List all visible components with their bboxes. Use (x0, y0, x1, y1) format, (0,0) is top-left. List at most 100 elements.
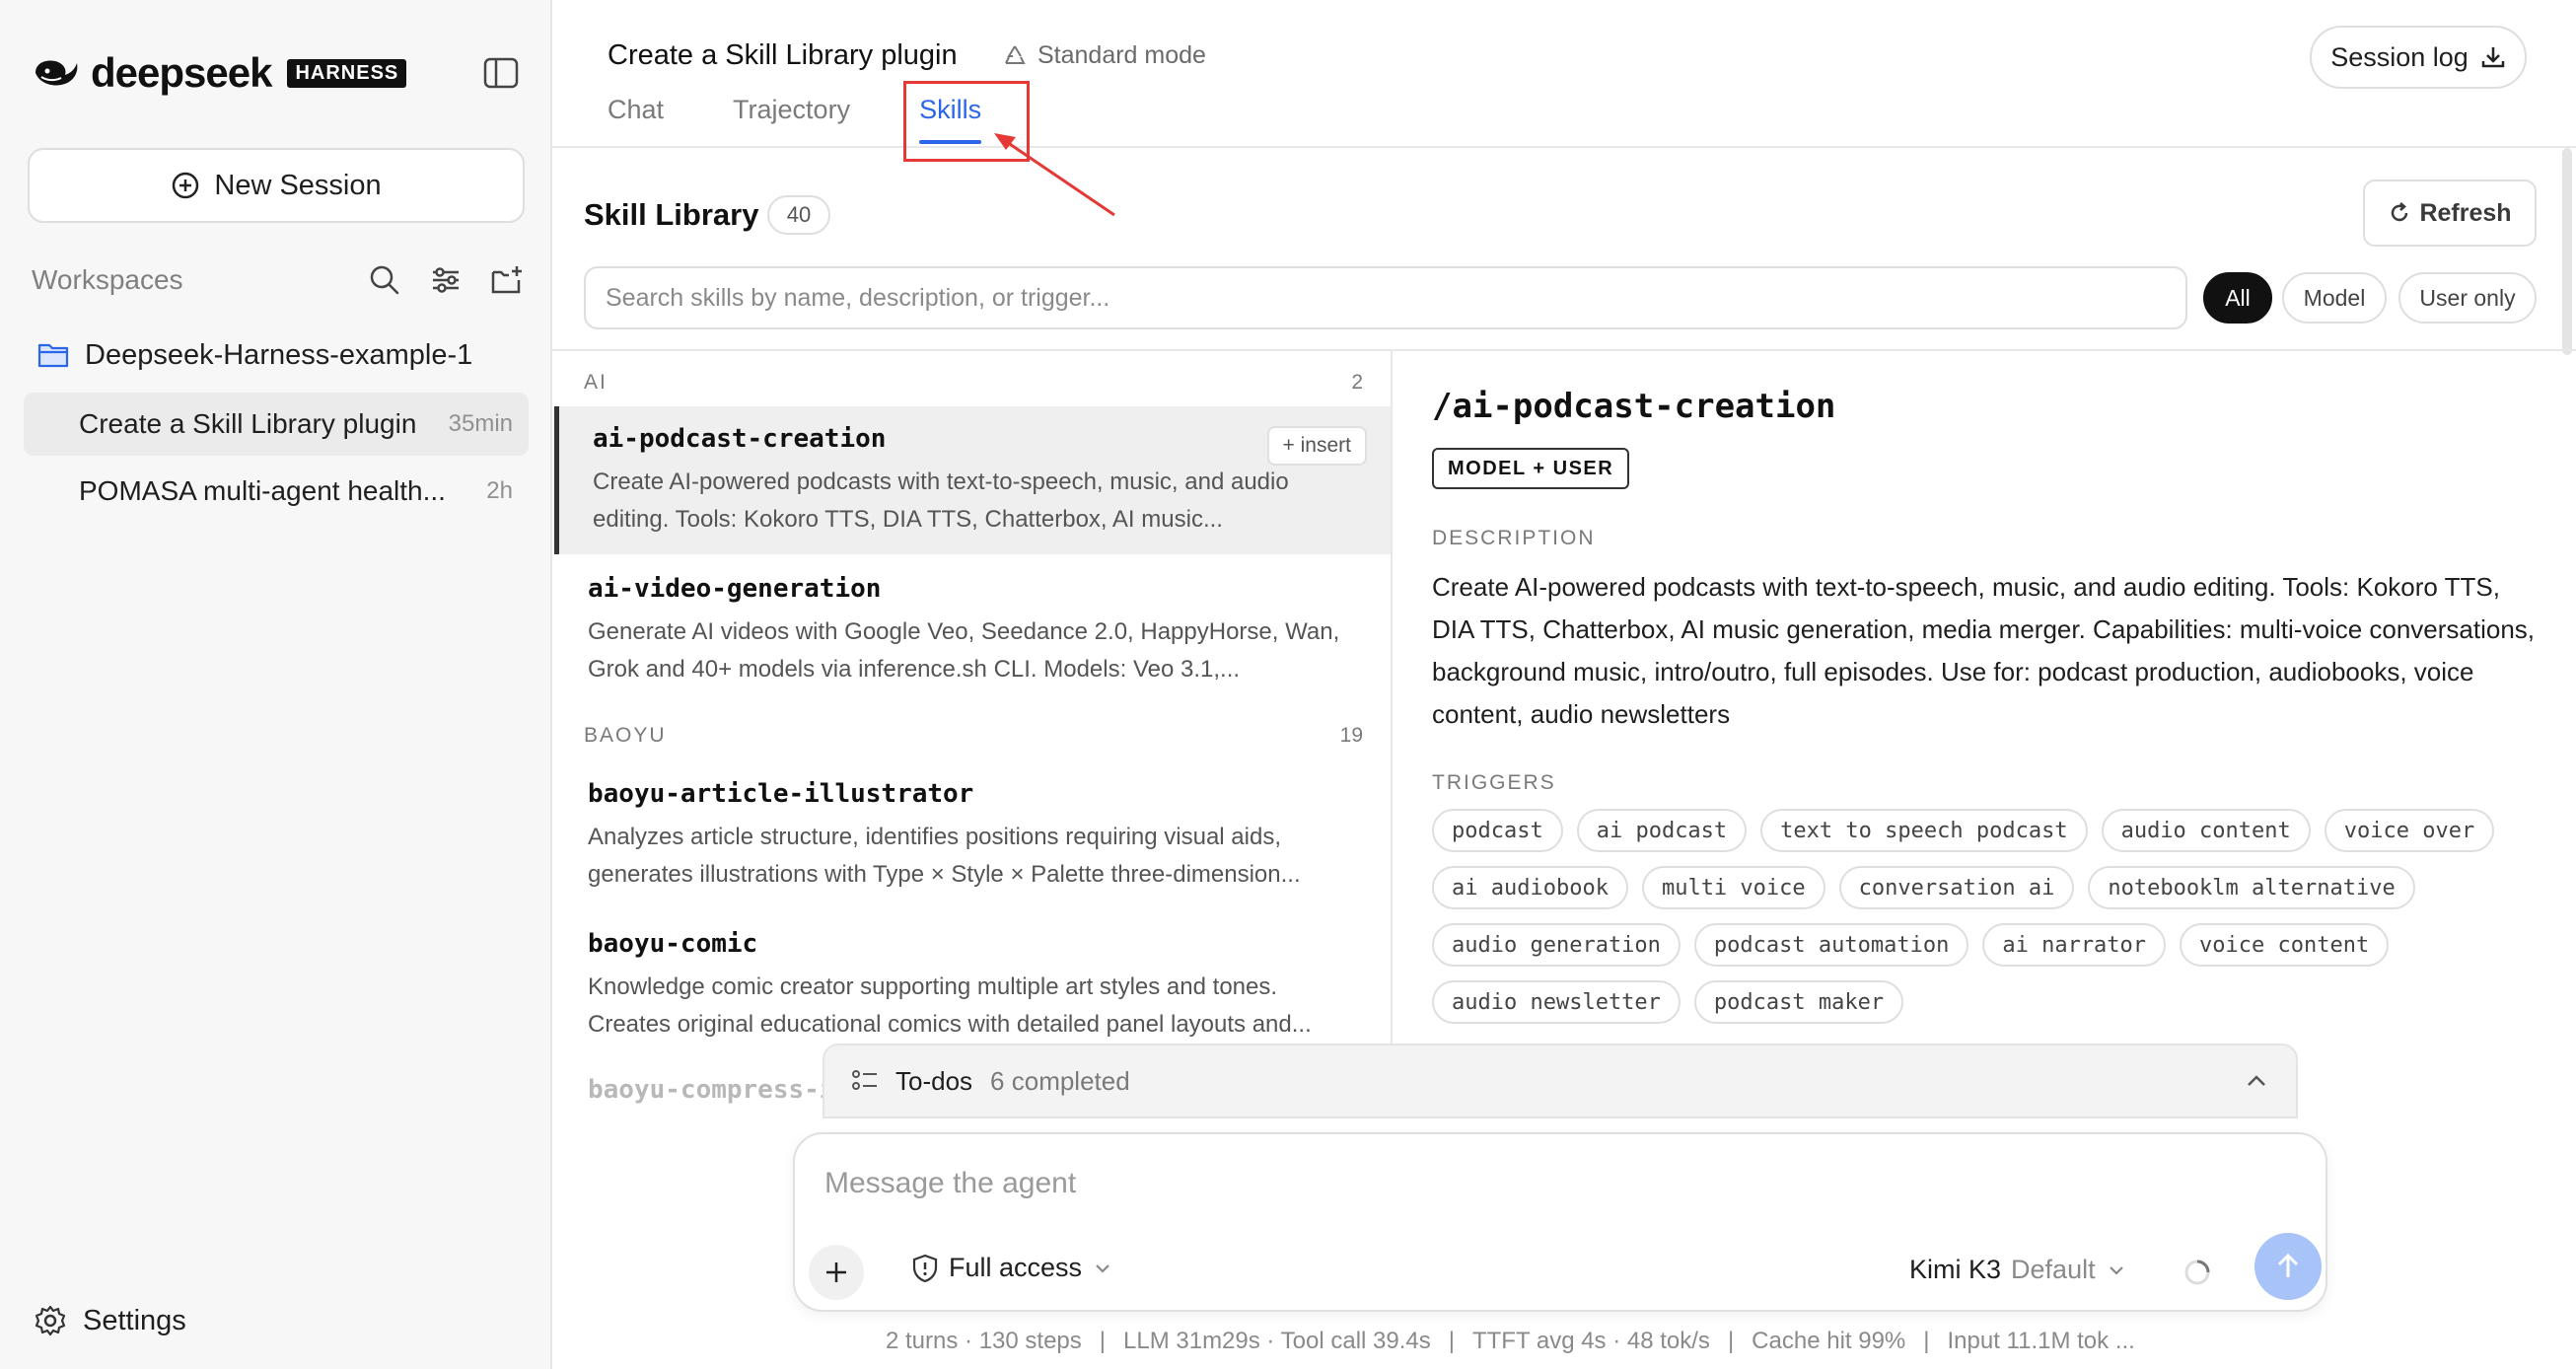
whale-logo-icon (36, 60, 78, 86)
sidebar: deepseek HARNESS New Session Workspaces (0, 0, 552, 1369)
header-divider (552, 146, 2576, 148)
stat-item: TTFT avg 4s · 48 tok/s (1471, 1328, 1710, 1354)
mode-indicator[interactable]: Standard mode (1002, 41, 1206, 70)
session-item[interactable]: POMASA multi-agent health... 2h (24, 460, 529, 523)
skill-name: ai-video-generation (588, 574, 882, 604)
stat-item: Cache hit 99% (1752, 1328, 1906, 1354)
skill-detail-description: Create AI-powered podcasts with text-to-… (1432, 572, 2536, 729)
session-title: Create a Skill Library plugin (79, 408, 417, 439)
workspaces-header: Workspaces (32, 258, 525, 302)
filter-all[interactable]: All (2203, 272, 2272, 324)
trigger-chip[interactable]: voice over (2324, 809, 2495, 852)
new-session-button[interactable]: New Session (28, 148, 525, 223)
session-log-label: Session log (2330, 41, 2469, 72)
list-divider (552, 349, 2576, 351)
session-log-button[interactable]: Session log (2310, 26, 2527, 89)
download-icon (2481, 47, 2505, 68)
search-icon[interactable] (367, 262, 402, 298)
skill-search-input[interactable] (584, 266, 2187, 329)
folder-icon (37, 343, 69, 368)
trigger-chip[interactable]: podcast (1432, 809, 1563, 852)
stat-item: LLM 31m29s · Tool call 39.4s (1123, 1328, 1431, 1354)
trigger-chip[interactable]: notebooklm alternative (2088, 866, 2415, 909)
skill-name: baoyu-comic (588, 929, 758, 959)
access-selector[interactable]: Full access (911, 1253, 1113, 1283)
chevron-up-icon[interactable] (2243, 1067, 2270, 1095)
skill-description: Create AI-powered podcasts with text-to-… (593, 468, 1289, 533)
trigger-chip[interactable]: conversation ai (1838, 866, 2075, 909)
new-folder-icon[interactable] (489, 262, 525, 298)
skill-description: Analyzes article structure, identifies p… (588, 824, 1301, 888)
stats-separator: | (1923, 1328, 1930, 1354)
brand-name: deepseek (91, 49, 272, 96)
filter-model[interactable]: Model (2282, 272, 2387, 324)
brand: deepseek HARNESS (32, 49, 407, 97)
trigger-chip[interactable]: multi voice (1641, 866, 1825, 909)
stats-separator: | (1099, 1328, 1107, 1354)
checklist-icon (852, 1070, 877, 1090)
skill-scope-badge: MODEL + USER (1432, 448, 1630, 489)
page-title: Create a Skill Library plugin (608, 39, 958, 71)
trigger-chip[interactable]: audio content (2101, 809, 2311, 852)
scrollbar[interactable] (2562, 148, 2572, 355)
filter-sliders-icon[interactable] (428, 262, 464, 298)
session-stats: 2 turns · 130 steps | LLM 31m29s · Tool ca… (886, 1328, 2135, 1355)
todo-count: 6 completed (990, 1065, 1130, 1096)
skill-item-selected[interactable]: ai-podcast-creation Create AI-powered po… (554, 406, 1391, 554)
model-selector[interactable]: Kimi K3 Default (1909, 1255, 2127, 1285)
group-name: AI (584, 371, 608, 394)
annotation-arrow-icon (994, 133, 1115, 217)
skill-item-partial[interactable]: baoyu-compress-i (588, 1075, 834, 1105)
filter-user-only[interactable]: User only (2398, 272, 2537, 324)
trigger-chip[interactable]: ai podcast (1576, 809, 1748, 852)
skill-item[interactable]: ai-video-generation Generate AI videos w… (554, 556, 1391, 704)
skill-name: baoyu-article-illustrator (588, 779, 974, 809)
skill-detail-title: /ai-podcast-creation (1432, 387, 1836, 426)
trigger-chip[interactable]: podcast automation (1693, 923, 1969, 967)
todo-bar[interactable]: To-dos 6 completed (823, 1044, 2298, 1118)
tab-chat[interactable]: Chat (608, 95, 664, 148)
plus-circle-icon (173, 172, 199, 199)
trigger-chip[interactable]: text to speech podcast (1760, 809, 2088, 852)
shield-alert-icon (912, 1254, 938, 1282)
settings-button[interactable]: Settings (34, 1304, 186, 1337)
message-input[interactable] (824, 1162, 2205, 1205)
access-label: Full access (949, 1253, 1083, 1282)
stat-item: Input 11.1M tok ... (1947, 1328, 2135, 1354)
workspace-item[interactable]: Deepseek-Harness-example-1 (37, 333, 472, 377)
todo-label: To-dos (895, 1065, 973, 1096)
group-count: 19 (1339, 724, 1363, 747)
trigger-chip[interactable]: voice content (2180, 923, 2390, 967)
skill-description: Generate AI videos with Google Veo, Seed… (588, 618, 1340, 683)
session-title: POMASA multi-agent health... (79, 475, 446, 506)
stats-separator: | (1727, 1328, 1735, 1354)
trigger-list: podcast ai podcast text to speech podcast a… (1432, 809, 2537, 1024)
sidebar-toggle-icon[interactable] (481, 55, 521, 91)
skill-item[interactable]: baoyu-article-illustrator Analyzes artic… (554, 761, 1391, 909)
attach-button[interactable] (809, 1245, 864, 1300)
workspace-name: Deepseek-Harness-example-1 (85, 338, 473, 371)
refresh-icon (2392, 202, 2408, 222)
refresh-button[interactable]: Refresh (2363, 180, 2537, 247)
trigger-chip[interactable]: audio generation (1432, 923, 1681, 967)
gear-icon (35, 1305, 66, 1336)
trigger-chip[interactable]: ai audiobook (1432, 866, 1628, 909)
group-header: AI 2 (584, 371, 1363, 395)
session-time: 2h (486, 477, 513, 504)
recycle-icon (1005, 44, 1026, 64)
session-item-active[interactable]: Create a Skill Library plugin 35min (24, 393, 529, 456)
skill-name: ai-podcast-creation (593, 424, 887, 454)
skill-count-badge: 40 (767, 195, 830, 235)
trigger-chip[interactable]: audio newsletter (1432, 980, 1681, 1024)
trigger-chip[interactable]: ai narrator (1982, 923, 2167, 967)
insert-button[interactable]: + insert (1266, 426, 1367, 466)
plus-icon (826, 1262, 846, 1282)
skill-item[interactable]: baoyu-comic Knowledge comic creator supp… (554, 911, 1391, 1059)
triggers-label: TRIGGERS (1432, 771, 1556, 794)
group-name: BAOYU (584, 724, 667, 747)
send-button[interactable] (2254, 1233, 2322, 1300)
arrow-up-icon (2277, 1253, 2299, 1277)
skill-library-title: Skill Library (584, 197, 759, 232)
trigger-chip[interactable]: podcast maker (1693, 980, 1904, 1024)
tab-trajectory[interactable]: Trajectory (733, 95, 850, 148)
